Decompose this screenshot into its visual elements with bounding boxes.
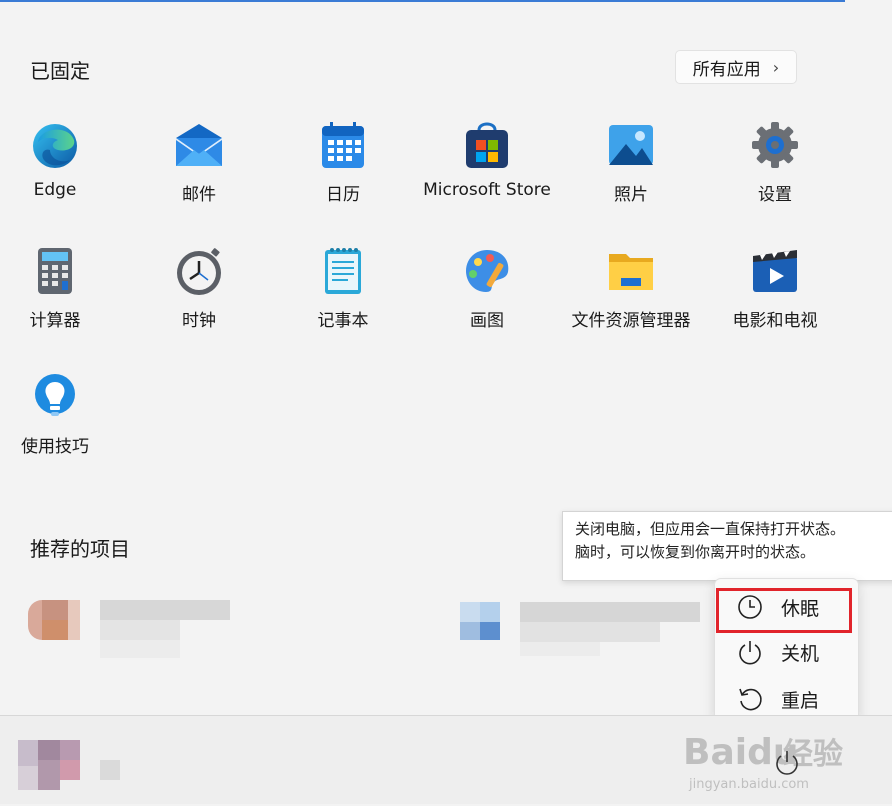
pinned-app-notepad[interactable]: 记事本 — [271, 246, 415, 331]
power-menu-item-restart[interactable]: 重启 — [715, 679, 860, 719]
app-label: 日历 — [326, 185, 360, 205]
app-label: 邮件 — [182, 185, 216, 205]
power-icon — [776, 751, 798, 775]
pinned-app-paint[interactable]: 画图 — [415, 246, 559, 331]
pinned-app-settings[interactable]: 设置 — [703, 120, 847, 205]
restart-icon — [739, 688, 762, 711]
user-avatar[interactable] — [18, 740, 128, 792]
tips-lightbulb-icon — [30, 372, 80, 422]
calculator-icon — [30, 246, 80, 296]
pinned-app-photos[interactable]: 照片 — [559, 120, 703, 205]
pinned-app-calculator[interactable]: 计算器 — [0, 246, 127, 331]
pinned-app-calendar[interactable]: 日历 — [271, 120, 415, 205]
clock-icon — [174, 246, 224, 296]
mail-icon — [174, 120, 224, 170]
photos-icon — [606, 120, 656, 170]
app-label: 设置 — [758, 185, 792, 205]
app-label: 电影和电视 — [732, 311, 818, 331]
pinned-app-file-explorer[interactable]: 文件资源管理器 — [559, 246, 703, 331]
power-menu-label: 重启 — [781, 689, 820, 712]
power-button[interactable] — [772, 748, 802, 778]
movies-tv-icon — [750, 246, 800, 296]
recommended-item-2[interactable] — [460, 602, 710, 658]
sleep-tooltip: 关闭电脑，但应用会一直保持打开状态。 脑时，可以恢复到你离开时的状态。 — [562, 511, 892, 581]
settings-gear-icon — [750, 120, 800, 170]
app-label: 记事本 — [317, 311, 369, 331]
watermark-url: jingyan.baidu.com — [688, 777, 809, 792]
pinned-app-tips[interactable]: 使用技巧 — [0, 372, 127, 457]
paint-palette-icon — [462, 246, 512, 296]
store-icon — [462, 120, 512, 170]
power-menu-label: 关机 — [781, 642, 820, 665]
all-apps-button[interactable]: 所有应用 › — [675, 50, 797, 84]
pinned-app-microsoft-store[interactable]: Microsoft Store — [415, 120, 559, 200]
chevron-right-icon: › — [772, 57, 780, 77]
notepad-icon — [318, 246, 368, 296]
pinned-app-movies-tv[interactable]: 电影和电视 — [703, 246, 847, 331]
pinned-app-edge[interactable]: Edge — [0, 120, 127, 200]
power-icon — [739, 641, 761, 665]
all-apps-label: 所有应用 — [692, 59, 761, 80]
app-label: 照片 — [614, 185, 648, 205]
tooltip-line-1: 关闭电脑，但应用会一直保持打开状态。 — [575, 520, 846, 538]
app-label: 使用技巧 — [21, 437, 89, 457]
recommended-section-title: 推荐的项目 — [30, 537, 130, 561]
calendar-icon — [318, 120, 368, 170]
app-label: 计算器 — [29, 311, 81, 331]
folder-icon — [606, 246, 656, 296]
recommended-item-1[interactable] — [28, 600, 238, 660]
highlight-box — [716, 588, 852, 633]
edge-icon — [30, 120, 80, 170]
app-label: Microsoft Store — [423, 180, 551, 200]
app-label: 文件资源管理器 — [571, 311, 691, 331]
app-label: 时钟 — [182, 311, 216, 331]
power-menu-item-shutdown[interactable]: 关机 — [715, 632, 860, 672]
top-accent-line — [0, 0, 845, 2]
app-label: 画图 — [470, 311, 504, 331]
tooltip-line-2: 脑时，可以恢复到你离开时的状态。 — [575, 543, 816, 561]
pinned-section-title: 已固定 — [30, 59, 90, 83]
pinned-app-mail[interactable]: 邮件 — [127, 120, 271, 205]
app-label: Edge — [33, 180, 77, 200]
pinned-app-clock[interactable]: 时钟 — [127, 246, 271, 331]
